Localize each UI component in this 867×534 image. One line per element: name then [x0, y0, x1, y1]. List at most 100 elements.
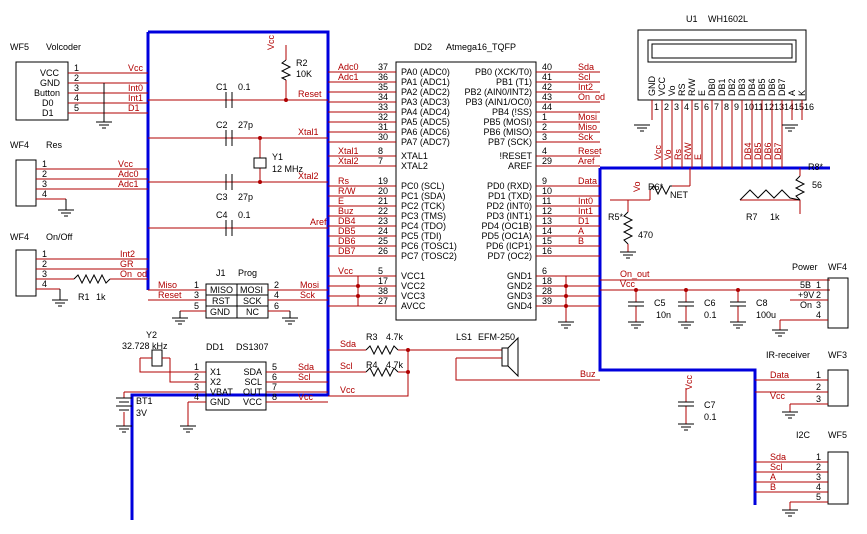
- volcoder-pin-label: D0: [42, 98, 54, 108]
- rtc-net-label: Sda: [298, 362, 314, 372]
- ground-symbol: [620, 251, 636, 259]
- net-label: Int0: [128, 83, 143, 93]
- rtc-net-label: Scl: [298, 372, 311, 382]
- net-label: Vcc: [128, 63, 144, 73]
- net-label: Data: [770, 370, 789, 380]
- net-label: Vcc: [684, 374, 694, 390]
- mcu-net-label: Xtal2: [338, 156, 359, 166]
- net-label: Adc1: [118, 179, 139, 189]
- mcu-pin-name: PB2 (AIN0/INT2): [464, 87, 532, 97]
- mcu-pin-name: PA5 (ADC5): [401, 117, 450, 127]
- pin-number: 3: [42, 269, 47, 279]
- ground-symbol: [634, 124, 650, 132]
- pin-number: 3: [816, 300, 821, 310]
- mcu-pin-number: 22: [378, 206, 388, 216]
- rtc-pin-number: 5: [272, 362, 277, 372]
- r2-ref: R2: [296, 58, 308, 68]
- mcu-net-label: Miso: [578, 122, 597, 132]
- mcu-net-label: Mosi: [578, 112, 597, 122]
- mcu-pin-number: 32: [378, 112, 388, 122]
- mcu-pin-number: 1: [542, 112, 547, 122]
- pin-number: 4: [42, 279, 47, 289]
- rtc-ds1307: DD1 DS1307 X1 1 X2 2 VBAT 3 GND 4 SDA 5 Sda SCL 6 Scl…: [116, 330, 328, 433]
- pin-number: 5: [816, 492, 821, 502]
- lcd-pin-number: 4: [684, 102, 689, 112]
- lcd-pin-name: VCC: [657, 76, 667, 96]
- lcd-pin-name: DB6: [767, 78, 777, 96]
- r5-ref: R5*: [608, 212, 624, 222]
- mcu-pin-number: 42: [542, 82, 552, 92]
- mcu-pin-name: XTAL1: [401, 151, 428, 161]
- mcu-pin-number: 35: [378, 82, 388, 92]
- mcu-pin-name: PA4 (ADC4): [401, 107, 450, 117]
- mcu-net-label: Scl: [578, 72, 591, 82]
- mcu-net-label: R/W: [338, 186, 356, 196]
- mcu-pin-name: VCC1: [401, 271, 425, 281]
- lcd-pin-number: 7: [714, 102, 719, 112]
- mcu-pin-number: 12: [542, 206, 552, 216]
- j1-cell: SCK: [243, 296, 262, 306]
- mcu-net-label: Xtal1: [338, 146, 359, 156]
- r6-value: NET: [670, 190, 689, 200]
- mcu-pin-name: PD4 (OC1B): [481, 221, 532, 231]
- c6-ref: C6: [704, 298, 716, 308]
- power-name: Power: [792, 262, 818, 272]
- mcu-pin-number: 31: [378, 122, 388, 132]
- lcd-pin-name: GND: [647, 76, 657, 97]
- pin-number: 2: [42, 259, 47, 269]
- net-label: Sda: [340, 339, 356, 349]
- lcd-net-label: Rs: [673, 149, 683, 160]
- pin-number: 1: [816, 370, 821, 380]
- lcd-pin-number: 9: [734, 102, 739, 112]
- rtc-pin-number: 2: [194, 372, 199, 382]
- pin-number: 1: [74, 63, 79, 73]
- mcu-pin-number: 5: [378, 266, 383, 276]
- lcd-part: WH1602L: [708, 14, 748, 24]
- mcu-atmega16: DD2 Atmega16_TQFP PA0 (ADC0)37Adc0PA1 (A…: [328, 42, 605, 329]
- connector-onoff: WF4 On/Off 1 2 3 4 Int2 GR On_od R1 1k: [10, 232, 148, 307]
- mcu-net-label: Adc1: [338, 72, 359, 82]
- connector-onoff-name: On/Off: [46, 232, 73, 242]
- pin-number: 1: [42, 159, 47, 169]
- connector-res-id: WF4: [10, 140, 29, 150]
- mcu-pin-number: 40: [542, 62, 552, 72]
- ground-symbol: [180, 425, 196, 433]
- pin-number: 3: [816, 472, 821, 482]
- lcd-net-label: Vcc: [653, 144, 663, 160]
- mcu-pin-name: PB6 (MISO): [483, 127, 532, 137]
- ls1-ref: LS1: [456, 332, 472, 342]
- lcd-net-label: DB6: [763, 142, 773, 160]
- lcd-pin-name: R/W: [687, 78, 697, 96]
- lcd-pin-name: DB4: [747, 78, 757, 96]
- lcd-pin-name: RS: [677, 83, 687, 96]
- j1-name: Prog: [238, 268, 257, 278]
- power-id: WF4: [828, 262, 847, 272]
- net-label: Vcc: [770, 391, 786, 401]
- r2-value: 10K: [296, 69, 312, 79]
- connector-volcoder-name: Volcoder: [46, 42, 81, 52]
- c2-value: 27p: [238, 120, 253, 130]
- mcu-pin-name: PB0 (XCK/T0): [475, 67, 532, 77]
- mcu-net-label: Data: [578, 176, 597, 186]
- lcd-pin-number: 6: [704, 102, 709, 112]
- pullups-and-speaker: R3 4.7k R4 4.7k Sda Scl Vcc LS1 EFM-250 …: [328, 332, 600, 397]
- mcu-pin-number: 17: [378, 276, 388, 286]
- lcd-pin-name: DB7: [777, 78, 787, 96]
- mcu-pin-number: 25: [378, 236, 388, 246]
- resistor-r1-symbol: [73, 273, 111, 285]
- c6-value: 0.1: [704, 310, 717, 320]
- pin-number: 4: [42, 189, 47, 199]
- net-label: Buz: [580, 369, 596, 379]
- mcu-pin-number: 33: [378, 102, 388, 112]
- lcd-pin-number: 3: [674, 102, 679, 112]
- lcd-pin-number: 12: [764, 102, 774, 112]
- mcu-pin-list: PA0 (ADC0)37Adc0PA1 (ADC1)36Adc1PA2 (ADC…: [328, 62, 605, 329]
- net-label: Miso: [158, 280, 177, 290]
- mcu-pin-number: 11: [542, 196, 551, 206]
- rtc-pin-name: X1: [210, 367, 221, 377]
- pin-number: 2: [42, 169, 47, 179]
- mcu-pin-name: PD6 (ICP1): [486, 241, 532, 251]
- r1-value: 1k: [96, 292, 106, 302]
- c2-ref: C2: [216, 120, 228, 130]
- mcu-pin-number: 3: [542, 132, 547, 142]
